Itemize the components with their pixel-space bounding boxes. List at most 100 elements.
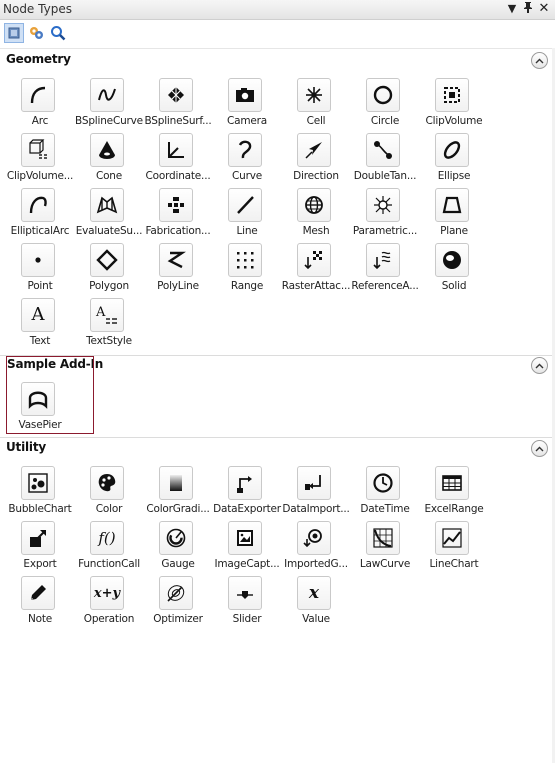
node-label: VasePier <box>18 419 62 431</box>
node-cone[interactable]: Cone <box>75 133 143 188</box>
node-operation[interactable]: x+y Operation <box>75 576 143 631</box>
node-excelrange[interactable]: ExcelRange <box>420 466 488 521</box>
node-label: Slider <box>232 613 262 625</box>
node-plane[interactable]: Plane <box>420 188 488 243</box>
node-color[interactable]: Color <box>75 466 143 521</box>
search-icon <box>51 26 66 41</box>
curve-icon <box>228 133 262 167</box>
node-functioncall[interactable]: f() FunctionCall <box>75 521 143 576</box>
node-label: BSplineSurf... <box>144 115 212 127</box>
node-label: TextStyle <box>86 335 132 347</box>
raster-attachment-icon <box>297 243 331 277</box>
node-camera[interactable]: Camera <box>213 78 281 133</box>
dropdown-icon[interactable]: ▼ <box>505 1 519 17</box>
reference-attachment-icon <box>366 243 400 277</box>
function-call-icon: f() <box>90 521 124 555</box>
export-icon <box>21 521 55 555</box>
node-mesh[interactable]: Mesh <box>282 188 350 243</box>
collapse-icon[interactable] <box>531 52 548 69</box>
text-style-icon: A <box>90 298 124 332</box>
node-slider[interactable]: Slider <box>213 576 281 631</box>
node-vasepier[interactable]: VasePier <box>6 382 74 437</box>
collapse-icon[interactable] <box>531 440 548 457</box>
range-icon <box>228 243 262 277</box>
node-note[interactable]: Note <box>6 576 74 631</box>
node-bsplinesurface[interactable]: BSplineSurf... <box>144 78 212 133</box>
node-label: LawCurve <box>359 558 411 570</box>
node-label: Curve <box>232 170 262 182</box>
node-evaluatesurface[interactable]: EvaluateSu... <box>75 188 143 243</box>
node-label: FunctionCall <box>78 558 140 570</box>
node-colorgradient[interactable]: ColorGradi... <box>144 466 212 521</box>
node-fabrication[interactable]: Fabrication... <box>144 188 212 243</box>
node-arc[interactable]: Arc <box>6 78 74 133</box>
section-header-geometry[interactable]: Geometry <box>0 50 555 72</box>
node-label: ClipVolume... <box>6 170 74 182</box>
node-clipvolume[interactable]: ClipVolume <box>420 78 488 133</box>
node-referenceattachment[interactable]: ReferenceA... <box>351 243 419 298</box>
node-label: Parametric... <box>352 225 418 237</box>
node-cell[interactable]: Cell <box>282 78 350 133</box>
node-label: ImportedG... <box>284 558 348 570</box>
close-icon[interactable]: ✕ <box>537 1 551 17</box>
node-label: BubbleChart <box>8 503 72 515</box>
node-coordinate[interactable]: Coordinate... <box>144 133 212 188</box>
node-dataexporter[interactable]: DataExporter <box>213 466 281 521</box>
node-datetime[interactable]: DateTime <box>351 466 419 521</box>
node-linechart[interactable]: LineChart <box>420 521 488 576</box>
elliptical-arc-icon <box>21 188 55 222</box>
gauge-icon <box>159 521 193 555</box>
node-imagecapture[interactable]: ImageCapt... <box>213 521 281 576</box>
node-importedgeometry[interactable]: ImportedG... <box>282 521 350 576</box>
node-rasterattachment[interactable]: RasterAttac... <box>282 243 350 298</box>
node-label: PolyLine <box>157 280 199 292</box>
node-ellipticalarc[interactable]: EllipticalArc <box>6 188 74 243</box>
node-point[interactable]: Point <box>6 243 74 298</box>
pin-icon[interactable] <box>521 1 535 17</box>
collapse-icon[interactable] <box>531 357 548 374</box>
node-bubblechart[interactable]: BubbleChart <box>6 466 74 521</box>
node-value[interactable]: x Value <box>282 576 350 631</box>
node-label: RasterAttac... <box>281 280 351 292</box>
node-direction[interactable]: Direction <box>282 133 350 188</box>
node-dataimport[interactable]: DataImport... <box>282 466 350 521</box>
node-lawcurve[interactable]: LawCurve <box>351 521 419 576</box>
excel-range-icon <box>435 466 469 500</box>
bspline-surface-icon <box>159 78 193 112</box>
section-header-utility[interactable]: Utility <box>0 438 555 460</box>
node-label: Text <box>29 335 51 347</box>
node-label: EllipticalArc <box>10 225 70 237</box>
node-label: Optimizer <box>153 613 203 625</box>
node-label: Line <box>236 225 258 237</box>
node-clipvolume-2[interactable]: ClipVolume... <box>6 133 74 188</box>
add-in-button[interactable] <box>26 23 46 43</box>
node-bsplinecurve[interactable]: BSplineCurve <box>75 78 143 133</box>
node-ellipse[interactable]: Ellipse <box>420 133 488 188</box>
node-curve[interactable]: Curve <box>213 133 281 188</box>
add-in-icon <box>30 27 43 39</box>
node-parametric[interactable]: Parametric... <box>351 188 419 243</box>
node-label: DoubleTan... <box>353 170 417 182</box>
node-label: Solid <box>441 280 467 292</box>
node-range[interactable]: Range <box>213 243 281 298</box>
node-textstyle[interactable]: A TextStyle <box>75 298 143 353</box>
double-tangent-icon <box>366 133 400 167</box>
polygon-icon <box>90 243 124 277</box>
search-button[interactable] <box>48 23 68 43</box>
node-line[interactable]: Line <box>213 188 281 243</box>
node-circle[interactable]: Circle <box>351 78 419 133</box>
category-view-button[interactable] <box>4 23 24 43</box>
node-label: Color <box>95 503 123 515</box>
node-solid[interactable]: Solid <box>420 243 488 298</box>
node-label: ColorGradi... <box>146 503 210 515</box>
clock-icon <box>366 466 400 500</box>
node-label: Export <box>23 558 57 570</box>
node-polygon[interactable]: Polygon <box>75 243 143 298</box>
node-export[interactable]: Export <box>6 521 74 576</box>
node-polyline[interactable]: PolyLine <box>144 243 212 298</box>
node-label: Cell <box>306 115 326 127</box>
node-gauge[interactable]: Gauge <box>144 521 212 576</box>
node-optimizer[interactable]: Optimizer <box>144 576 212 631</box>
node-doubletangent[interactable]: DoubleTan... <box>351 133 419 188</box>
node-text[interactable]: A Text <box>6 298 74 353</box>
